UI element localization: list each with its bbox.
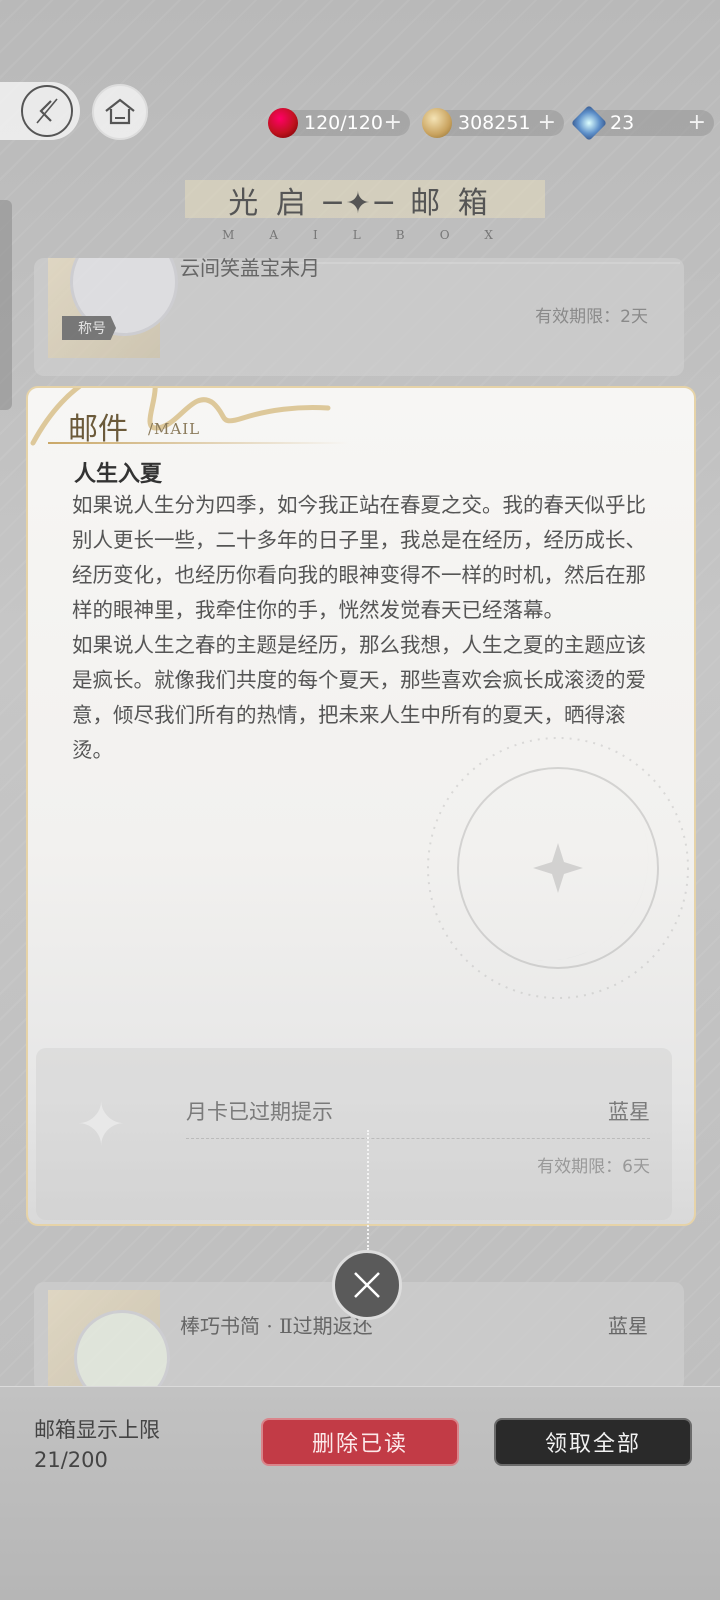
mail-subject: 云间笑盖宝未月: [180, 258, 320, 280]
claim-all-button[interactable]: 领取全部: [494, 1418, 692, 1466]
mail-thumbnail: 称号: [48, 258, 178, 358]
close-button[interactable]: [332, 1250, 402, 1320]
gold-counter[interactable]: 308251 +: [422, 108, 564, 138]
page-subtitle: MAILBOX: [222, 228, 528, 242]
energy-icon: [268, 108, 298, 138]
close-icon: [354, 1272, 380, 1298]
mail-subject: 月卡已过期提示: [186, 1100, 333, 1124]
mail-body: 如果说人生分为四季，如今我正站在春夏之交。我的春天似乎比别人更长一些，二十多年的…: [72, 488, 656, 768]
mailbox-limit-count: 21/200: [34, 1448, 108, 1472]
connector-line: [367, 1130, 369, 1250]
home-icon: [105, 98, 135, 125]
mail-list-item[interactable]: ✦ 月卡已过期提示 蓝星 有效期限：6天: [36, 1048, 672, 1220]
title-tag: 称号: [62, 316, 116, 340]
mail-list-item[interactable]: 称号 云间笑盖宝未月 有效期限：2天: [34, 258, 684, 376]
add-diamond-button[interactable]: +: [688, 112, 706, 134]
divider: [186, 1138, 650, 1139]
mail-detail-panel: 邮件 /MAIL 人生入夏 如果说人生分为四季，如今我正站在春夏之交。我的春天似…: [26, 386, 696, 1226]
mail-expiry: 有效期限：2天: [535, 307, 648, 327]
delete-read-button[interactable]: 删除已读: [261, 1418, 459, 1466]
gold-coin-icon: [422, 108, 452, 138]
diamond-icon: [570, 104, 608, 142]
mail-subject: 人生入夏: [74, 461, 163, 487]
mail-header-sub: /MAIL: [148, 420, 201, 438]
gold-value: 308251: [458, 112, 531, 134]
add-energy-button[interactable]: +: [384, 112, 402, 134]
mail-thumbnail: [48, 1290, 170, 1392]
mail-expiry: 有效期限：6天: [537, 1157, 650, 1177]
mail-paragraph: 如果说人生之春的主题是经历，那么我想，人生之夏的主题应该是疯长。就像我们共度的每…: [72, 633, 646, 762]
back-button[interactable]: [0, 82, 80, 140]
header-underline: [48, 442, 348, 444]
page-title: 光 启 ─✦─ 邮 箱: [228, 186, 492, 221]
mail-subject: 棒巧书简 · Ⅱ过期返还: [180, 1314, 373, 1338]
energy-value: 120/120: [304, 112, 383, 134]
energy-counter[interactable]: 120/120 +: [268, 108, 410, 138]
mailbox-limit-label: 邮箱显示上限: [34, 1418, 160, 1442]
diamond-counter[interactable]: 23 +: [570, 104, 714, 142]
mail-sender: 蓝星: [608, 1100, 650, 1124]
diamond-value: 23: [610, 112, 635, 134]
add-gold-button[interactable]: +: [538, 112, 556, 134]
mail-sender: 蓝星: [608, 1314, 648, 1338]
sparkle-icon: ✦: [76, 1090, 127, 1160]
home-button[interactable]: [92, 84, 148, 140]
back-arrow-icon: [21, 85, 73, 137]
mail-paragraph: 如果说人生分为四季，如今我正站在春夏之交。我的春天似乎比别人更长一些，二十多年的…: [72, 493, 646, 622]
plant-card-image: [74, 1310, 170, 1392]
